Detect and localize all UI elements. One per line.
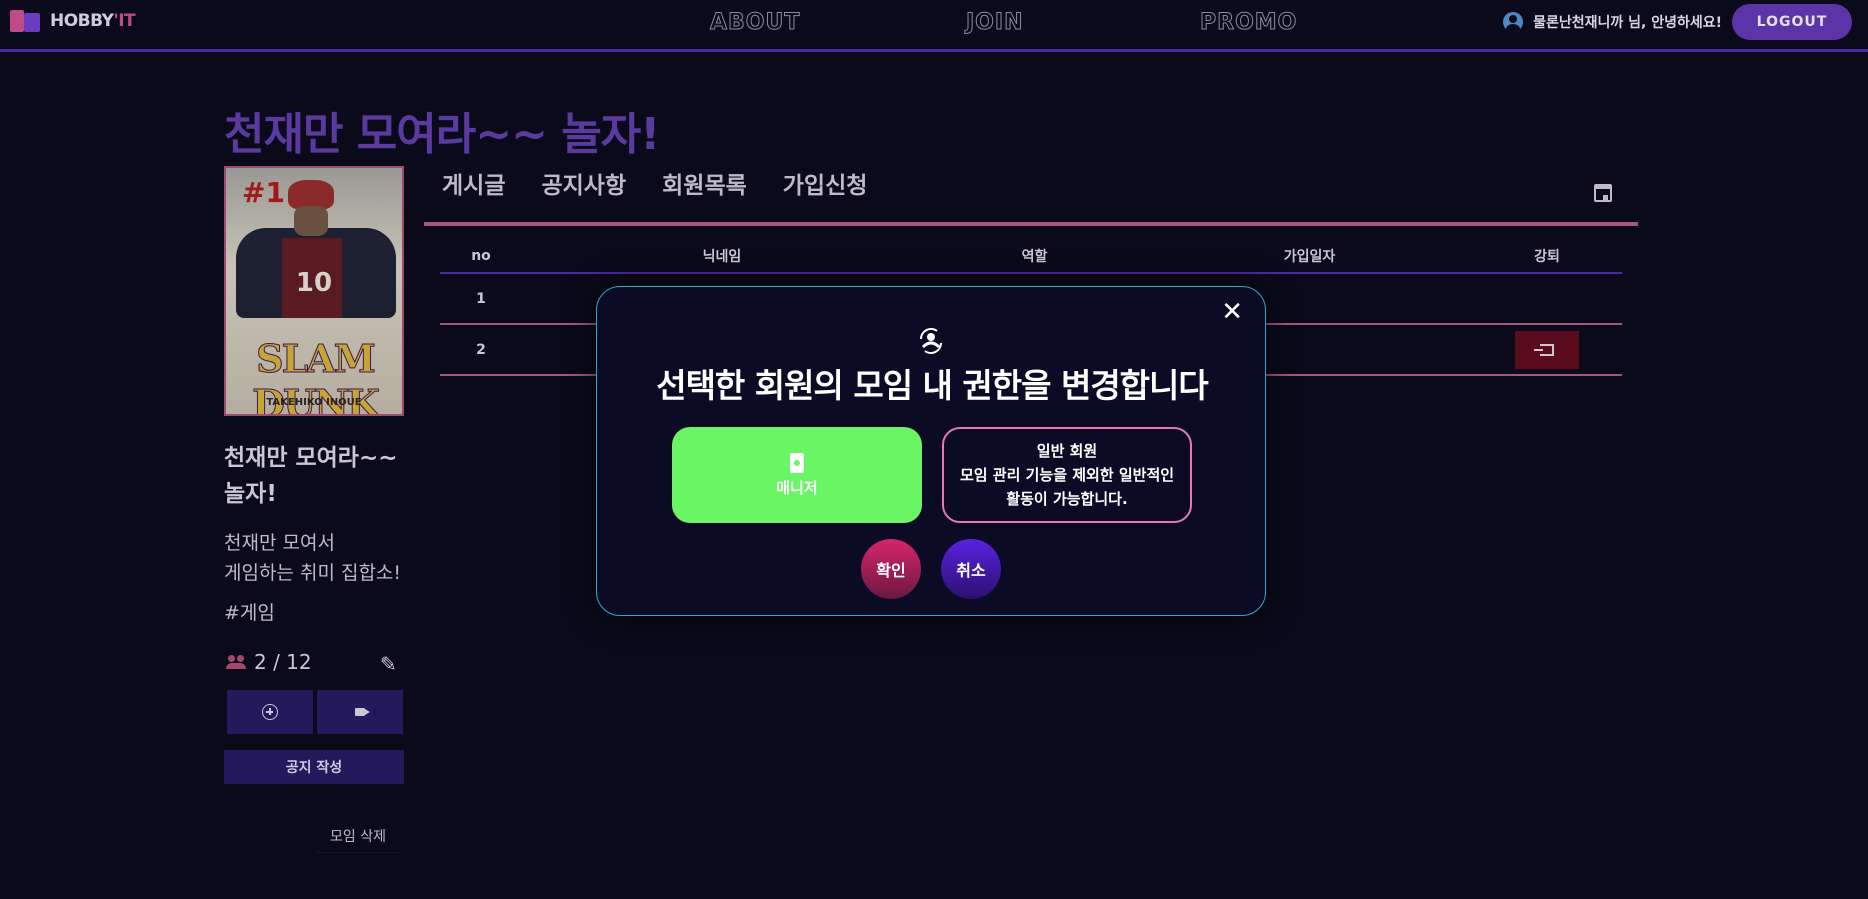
close-icon[interactable]: ✕ — [1221, 297, 1243, 327]
logo-text-tick: 'IT — [113, 11, 136, 31]
tab-join-requests[interactable]: 가입신청 — [783, 166, 868, 200]
edit-pencil-icon[interactable]: ✎ — [380, 652, 397, 676]
change-role-modal: ✕ 선택한 회원의 모임 내 권한을 변경합니다 매니저 일반 회원 모임 관리… — [596, 286, 1266, 616]
logout-button[interactable]: LOGOUT — [1732, 4, 1852, 40]
add-button[interactable] — [227, 690, 313, 734]
logo-mark-icon — [10, 10, 42, 32]
nav-join-link[interactable]: JOIN — [966, 10, 1024, 36]
add-circle-icon — [262, 704, 278, 720]
table-header: no 닉네임 역할 가입일자 강퇴 — [440, 240, 1622, 274]
write-notice-button[interactable]: 공지 작성 — [224, 750, 404, 784]
calendar-icon[interactable] — [1594, 184, 1612, 202]
exit-icon — [1534, 343, 1554, 356]
row-no: 2 — [476, 341, 486, 358]
row-no: 1 — [476, 290, 486, 307]
group-description: 천재만 모여서 게임하는 취미 집합소! — [224, 528, 414, 588]
cover-jersey-number: 10 — [295, 268, 333, 298]
swap-role-icon — [920, 328, 942, 354]
cancel-button[interactable]: 취소 — [941, 539, 1001, 599]
col-role: 역할 — [1021, 249, 1048, 265]
role-option-member[interactable]: 일반 회원 모임 관리 기능을 제외한 일반적인 활동이 가능합니다. — [942, 427, 1192, 523]
role-option-label: 매니저 — [776, 478, 818, 497]
tab-divider — [424, 222, 1638, 226]
tab-notices[interactable]: 공지사항 — [541, 166, 626, 200]
member-count: 2 / 12 — [226, 650, 312, 674]
top-nav-bar: HOBBY'IT ABOUT JOIN PROMO 물론난천재니까 님, 안녕하… — [0, 0, 1868, 52]
logo-text: HOBBY — [50, 11, 114, 31]
nav-about-link[interactable]: ABOUT — [709, 10, 800, 36]
col-nickname: 닉네임 — [702, 249, 742, 265]
id-badge-icon — [790, 452, 804, 473]
confirm-button[interactable]: 확인 — [861, 539, 921, 599]
video-call-button[interactable] — [317, 690, 403, 734]
col-kick: 강퇴 — [1534, 249, 1560, 265]
group-name: 천재만 모여라~~ 놀자! — [224, 445, 398, 507]
tab-members[interactable]: 회원목록 — [662, 166, 747, 200]
video-camera-icon — [355, 708, 370, 716]
group-description-line: 천재만 모여서 — [224, 532, 335, 554]
group-tabs: 게시글 공지사항 회원목록 가입신청 — [442, 166, 867, 200]
kick-member-button[interactable] — [1515, 330, 1579, 369]
page-title: 천재만 모여라~~ 놀자! — [224, 109, 660, 160]
group-cover-image: #1 10 SLAM DUNK TAKEHIKO INOUE — [224, 166, 404, 416]
logo[interactable]: HOBBY'IT — [10, 10, 136, 32]
people-icon — [226, 655, 248, 669]
col-join-date: 가입일자 — [1283, 249, 1336, 265]
col-no: no — [471, 248, 491, 264]
group-tag: #게임 — [224, 602, 275, 624]
tab-posts[interactable]: 게시글 — [442, 166, 505, 200]
cover-author: TAKEHIKO INOUE — [266, 397, 362, 408]
role-option-label: 일반 회원 — [1036, 442, 1098, 460]
user-account-icon[interactable] — [1503, 12, 1524, 32]
cover-badge: #1 — [242, 176, 285, 209]
nav-promo-link[interactable]: PROMO — [1199, 10, 1297, 36]
greeting-text: 물론난천재니까 님, 안녕하세요! — [1533, 15, 1722, 31]
user-area: 물론난천재니까 님, 안녕하세요! LOGOUT — [1503, 4, 1852, 40]
modal-title: 선택한 회원의 모임 내 권한을 변경합니다 — [656, 366, 1209, 405]
delete-group-link[interactable]: 모임 삭제 — [316, 826, 400, 853]
role-option-description: 모임 관리 기능을 제외한 일반적인 — [959, 466, 1175, 484]
group-description-line: 게임하는 취미 집합소! — [224, 562, 402, 584]
role-option-description: 활동이 가능합니다. — [1006, 490, 1128, 508]
role-option-manager[interactable]: 매니저 — [672, 427, 922, 523]
member-count-text: 2 / 12 — [254, 650, 312, 674]
